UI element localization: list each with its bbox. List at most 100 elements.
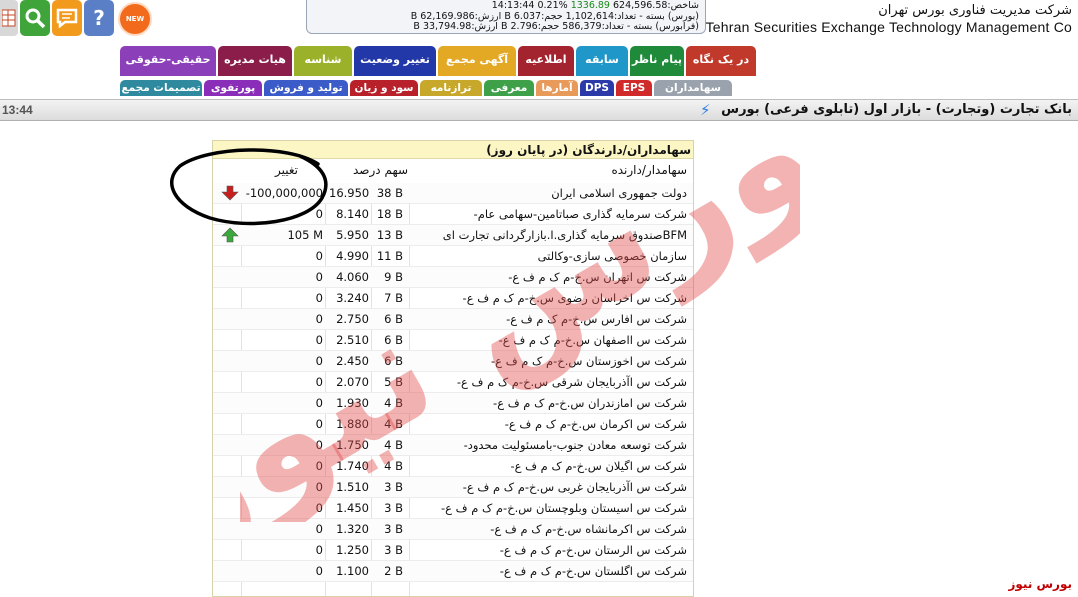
holder-cell: شرکت س افارس س.خ-م ک م ف ع-	[506, 312, 687, 326]
tab-secondary-5[interactable]: ترازنامه	[420, 80, 482, 96]
change-cell: 0	[315, 501, 323, 515]
holder-cell: شرکت س اخراسان رضوی س.خ-م ک م ف ع-	[462, 291, 687, 305]
tab-secondary-1[interactable]: EPS	[616, 80, 652, 96]
table-row[interactable]: شرکت توسعه معادن جنوب-بامسئولیت محدود- 4 …	[213, 435, 693, 456]
shares-cell: 18 B	[376, 207, 403, 221]
tab-secondary-9[interactable]: تصمیمات مجمع	[120, 80, 202, 96]
percent-cell: 8.140	[336, 207, 369, 221]
table-row[interactable]: شرکت س اسیستان وبلوچستان س.خ-م ک م ف ع- 3…	[213, 498, 693, 519]
percent-cell: 1.930	[336, 396, 369, 410]
tab-primary-4[interactable]: آگهی مجمع	[438, 46, 516, 76]
table-row[interactable]: سازمان خصوصی سازی-وکالتی 11 B 4.990 0	[213, 246, 693, 267]
tab-secondary-6[interactable]: سود و زیان	[350, 80, 418, 96]
shares-cell: 13 B	[376, 228, 403, 242]
table-row[interactable]: شرکت س افارس س.خ-م ک م ف ع- 6 B 2.750 0	[213, 309, 693, 330]
change-cell: 0	[315, 249, 323, 263]
market-index-box: شاخص:624,596.58 1336.89 %0.21 14:13:44 (…	[306, 0, 706, 34]
tab-primary-3[interactable]: اطلاعیه	[518, 46, 574, 76]
table-row[interactable]: شرکت س اآذربایجان غربی س.خ-م ک م ف ع- 3 B…	[213, 477, 693, 498]
tab-secondary-2[interactable]: DPS	[580, 80, 614, 96]
grid-icon[interactable]	[0, 0, 18, 36]
tab-secondary-0[interactable]: سهامداران	[654, 80, 732, 96]
table-row[interactable]: شرکت س اگلستان س.خ-م ک م ف ع- 2 B 1.100 0	[213, 561, 693, 582]
percent-cell: 5.950	[336, 228, 369, 242]
change-cell: 0	[315, 312, 323, 326]
shareholders-table: دولت جمهوری اسلامی ایران 38 B 16.950 -100,0…	[213, 183, 693, 582]
farabourse-line: (فرابورس) بسته - تعداد:586,379 حجم:2.796…	[413, 21, 699, 32]
percent-cell: 4.990	[336, 249, 369, 263]
percent-cell: 2.450	[336, 354, 369, 368]
percent-cell: 2.070	[336, 375, 369, 389]
column-change: تغییر	[275, 163, 298, 177]
chat-icon[interactable]	[52, 0, 82, 36]
table-row[interactable]: شرکت س الرستان س.خ-م ک م ف ع- 3 B 1.250 0	[213, 540, 693, 561]
tab-primary-0[interactable]: در یک نگاه	[686, 46, 756, 76]
percent-cell: 1.450	[336, 501, 369, 515]
shares-cell: 4 B	[384, 459, 403, 473]
tab-secondary-7[interactable]: تولید و فروش	[264, 80, 348, 96]
tab-primary-5[interactable]: تغییر وضعیت	[354, 46, 436, 76]
table-row[interactable]: شرکت س ااصفهان س.خ-م ک م ف ع- 6 B 2.510 0	[213, 330, 693, 351]
shares-cell: 4 B	[384, 417, 403, 431]
tab-primary-6[interactable]: شناسه	[294, 46, 352, 76]
brand-label: بورس نیوز	[1008, 577, 1072, 591]
change-cell: 0	[315, 480, 323, 494]
table-row[interactable]: شرکت س اخراسان رضوی س.خ-م ک م ف ع- 7 B 3.2…	[213, 288, 693, 309]
holder-cell: شرکت س امازندران س.خ-م ک م ف ع-	[493, 396, 687, 410]
tab-secondary-3[interactable]: آمارها	[536, 80, 578, 96]
shares-cell: 3 B	[384, 480, 403, 494]
change-cell: 0	[315, 459, 323, 473]
table-row[interactable]: BFMصندوق سرمایه گذاری.ا.بازارگردانی تجار…	[213, 225, 693, 246]
holder-cell: شرکت توسعه معادن جنوب-بامسئولیت محدود-	[463, 438, 687, 452]
percent-cell: 1.250	[336, 543, 369, 557]
tab-primary-1[interactable]: پیام ناظر	[630, 46, 684, 76]
new-badge-icon[interactable]: NEW	[120, 4, 150, 34]
holder-cell: شرکت س اآذربایجان غربی س.خ-م ک م ف ع-	[462, 480, 687, 494]
shares-cell: 9 B	[384, 270, 403, 284]
shares-cell: 6 B	[384, 312, 403, 326]
company-name-en: Tehran Securities Exchange Technology Ma…	[705, 19, 1072, 35]
table-row[interactable]: شرکت س اخوزستان س.خ-م ک م ف ع- 6 B 2.450 0	[213, 351, 693, 372]
tab-primary-2[interactable]: سابقه	[576, 46, 628, 76]
company-header: شرکت مدیریت فناوری بورس تهران Tehran Sec…	[702, 2, 1072, 35]
holder-cell: دولت جمهوری اسلامی ایران	[551, 186, 687, 200]
lightning-icon[interactable]: ⚡	[700, 101, 711, 119]
percent-cell: 2.750	[336, 312, 369, 326]
table-row[interactable]: شرکت س اکرمانشاه س.خ-م ک م ف ع- 3 B 1.320 0	[213, 519, 693, 540]
shares-cell: 38 B	[376, 186, 403, 200]
change-cell: 0	[315, 207, 323, 221]
table-row[interactable]: شرکت سرمایه گذاری صباتامین-سهامی عام- 18 …	[213, 204, 693, 225]
shares-cell: 2 B	[384, 564, 403, 578]
percent-cell: 1.510	[336, 480, 369, 494]
table-row[interactable]: دولت جمهوری اسلامی ایران 38 B 16.950 -100,0…	[213, 183, 693, 204]
table-header: سهامدار/دارنده سهم درصد تغییر	[213, 159, 693, 181]
help-icon[interactable]: ?	[84, 0, 114, 36]
shares-cell: 3 B	[384, 501, 403, 515]
table-row[interactable]: شرکت س اکرمان س.خ-م ک م ف ع- 4 B 1.880 0	[213, 414, 693, 435]
percent-cell: 1.740	[336, 459, 369, 473]
search-icon[interactable]	[20, 0, 50, 36]
column-holder: سهامدار/دارنده	[611, 163, 687, 177]
table-row[interactable]: شرکت س اگیلان س.خ-م ک م ف ع- 4 B 1.740 0	[213, 456, 693, 477]
holder-cell: شرکت س اخوزستان س.خ-م ک م ف ع-	[491, 354, 687, 368]
holder-cell: شرکت س اکرمانشاه س.خ-م ک م ف ع-	[490, 522, 687, 536]
table-row[interactable]: شرکت س اتهران س.خ-م ک م ف ع- 9 B 4.060 0	[213, 267, 693, 288]
change-cell: 0	[315, 438, 323, 452]
holder-cell: شرکت س اگلستان س.خ-م ک م ف ع-	[499, 564, 687, 578]
tab-primary-8[interactable]: حقیقی-حقوقی	[120, 46, 216, 76]
shares-cell: 4 B	[384, 438, 403, 452]
table-row[interactable]: شرکت س امازندران س.خ-م ک م ف ع- 4 B 1.930 0	[213, 393, 693, 414]
percent-cell: 1.880	[336, 417, 369, 431]
percent-cell: 3.240	[336, 291, 369, 305]
change-cell: 0	[315, 417, 323, 431]
percent-cell: 4.060	[336, 270, 369, 284]
tab-secondary-4[interactable]: معرفی	[484, 80, 534, 96]
change-cell: 0	[315, 354, 323, 368]
tab-primary-7[interactable]: هیات مدیره	[218, 46, 292, 76]
change-cell: 0	[315, 543, 323, 557]
tab-secondary-8[interactable]: پورتفوی	[204, 80, 262, 96]
table-row[interactable]: شرکت س اآذربایجان شرقی س.خ-م ک م ف ع- 5 B…	[213, 372, 693, 393]
shares-cell: 4 B	[384, 396, 403, 410]
holder-cell: BFMصندوق سرمایه گذاری.ا.بازارگردانی تجار…	[442, 228, 687, 242]
change-cell: 0	[315, 333, 323, 347]
